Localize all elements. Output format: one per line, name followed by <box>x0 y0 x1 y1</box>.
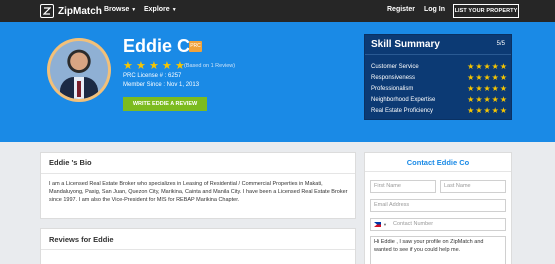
skill-label: Real Estate Proficiency <box>371 108 434 114</box>
star-icon: ★ <box>136 60 146 72</box>
divider <box>41 249 355 250</box>
logo-icon <box>40 4 54 18</box>
skill-label: Neighborhood Expertise <box>371 97 436 103</box>
skill-summary-title: Skill Summary <box>371 39 440 50</box>
chevron-down-icon: ▼ <box>383 222 387 227</box>
message-textarea[interactable]: Hi Eddie , I saw your profile on ZipMatc… <box>370 236 506 264</box>
skill-row: Real Estate Proficiency ★ ★ ★ ★ ★ <box>371 106 507 116</box>
zipmatch-logo[interactable]: ZipMatch <box>40 4 102 18</box>
skill-row: Customer Service ★ ★ ★ ★ ★ <box>371 62 507 72</box>
star-icon: ★ <box>162 60 172 72</box>
ph-flag-icon[interactable] <box>374 222 381 227</box>
top-nav: ZipMatch Browse ▼ Explore ▼ Register Log I… <box>0 0 555 22</box>
profile-hero: Eddie Co PRC ★ ★ ★ ★ ★ (Based on 1 Revie… <box>0 22 555 142</box>
nav-browse[interactable]: Browse ▼ <box>104 6 136 13</box>
nav-explore[interactable]: Explore ▼ <box>144 6 177 13</box>
prc-license: PRC License # : 6257 <box>123 73 182 79</box>
divider <box>365 171 511 172</box>
skill-row: Neighborhood Expertise ★ ★ ★ ★ ★ <box>371 95 507 105</box>
phone-field[interactable]: ▼ Contact Number <box>370 218 506 231</box>
skill-stars: ★ ★ ★ ★ ★ <box>467 84 507 93</box>
reviews-panel: Reviews for Eddie <box>40 228 356 264</box>
skill-summary-panel: Skill Summary 5/5 Customer Service ★ ★ ★ ★ ★… <box>364 34 512 120</box>
skill-label: Customer Service <box>371 64 419 70</box>
contact-panel: Contact Eddie Co First Name Last Name Em… <box>364 152 512 264</box>
write-review-button[interactable]: WRITE EDDIE A REVIEW <box>123 97 207 111</box>
bio-panel: Eddie 's Bio I am a Licensed Real Estate… <box>40 152 356 219</box>
nav-login[interactable]: Log In <box>424 6 445 13</box>
divider <box>41 173 355 174</box>
review-count-link[interactable]: (Based on 1 Review) <box>184 63 235 69</box>
nav-browse-label: Browse <box>104 6 130 13</box>
divider <box>365 54 511 55</box>
contact-title: Contact Eddie Co <box>406 158 470 167</box>
prc-badge: PRC <box>189 41 202 52</box>
skill-label: Responsiveness <box>371 75 416 81</box>
bio-title: Eddie 's Bio <box>49 158 92 167</box>
logo-text: ZipMatch <box>58 5 102 17</box>
skill-row: Professionalism ★ ★ ★ ★ ★ <box>371 84 507 94</box>
chevron-down-icon: ▼ <box>171 7 177 13</box>
skill-stars: ★ ★ ★ ★ ★ <box>467 95 507 104</box>
bio-text: I am a Licensed Real Estate Broker who s… <box>49 181 348 203</box>
star-icon: ★ <box>149 60 159 72</box>
skill-label: Professionalism <box>371 86 414 92</box>
reviews-title: Reviews for Eddie <box>49 235 114 244</box>
avatar <box>47 38 111 102</box>
member-since: Member Since : Nov 1, 2013 <box>123 82 200 88</box>
list-property-button[interactable]: LIST YOUR PROPERTY <box>453 4 519 18</box>
skill-stars: ★ ★ ★ ★ ★ <box>467 106 507 115</box>
rating-stars: ★ ★ ★ ★ ★ <box>123 61 186 72</box>
first-name-field[interactable]: First Name <box>370 180 436 193</box>
phone-placeholder: Contact Number <box>393 221 434 227</box>
avatar-photo <box>50 41 108 99</box>
chevron-down-icon: ▼ <box>131 7 137 13</box>
skill-summary-score: 5/5 <box>496 41 505 47</box>
skill-stars: ★ ★ ★ ★ ★ <box>467 73 507 82</box>
skill-row: Responsiveness ★ ★ ★ ★ ★ <box>371 73 507 83</box>
last-name-field[interactable]: Last Name <box>440 180 506 193</box>
nav-register[interactable]: Register <box>387 6 415 13</box>
star-icon: ★ <box>123 60 133 72</box>
skill-stars: ★ ★ ★ ★ ★ <box>467 62 507 71</box>
nav-explore-label: Explore <box>144 6 170 13</box>
email-field[interactable]: Email Address <box>370 199 506 212</box>
